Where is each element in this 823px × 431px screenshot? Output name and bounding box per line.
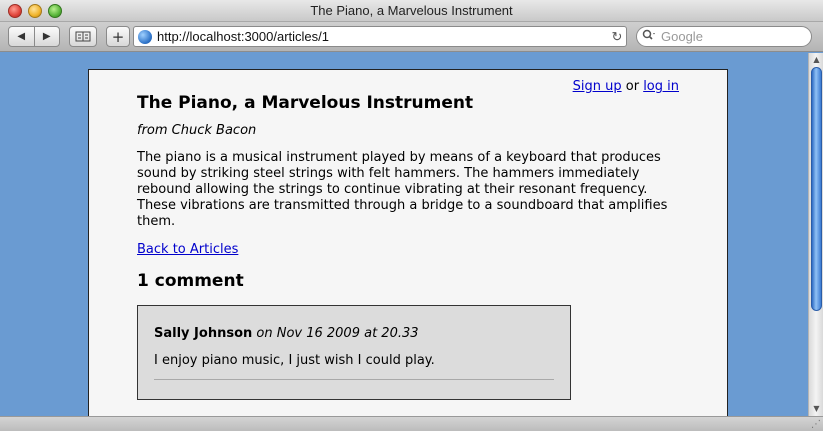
forward-button[interactable]: ▶ <box>35 31 60 42</box>
comment-date: on Nov 16 2009 at 20.33 <box>256 326 419 341</box>
search-icon <box>637 29 661 44</box>
comments-heading: 1 comment <box>137 271 244 291</box>
resize-grip-icon[interactable]: ⋰ <box>811 419 821 430</box>
address-bar[interactable]: http://localhost:3000/articles/1 ↻ <box>133 26 627 47</box>
comment-meta: Sally Johnson on Nov 16 2009 at 20.33 <box>154 326 554 341</box>
search-field[interactable]: Google <box>636 26 812 47</box>
globe-icon <box>138 29 152 44</box>
bookmarks-icon <box>75 31 91 42</box>
user-nav-separator: or <box>625 79 640 94</box>
comment-item: Sally Johnson on Nov 16 2009 at 20.33 I … <box>137 305 571 400</box>
article-title: The Piano, a Marvelous Instrument <box>137 93 474 113</box>
vertical-scrollbar[interactable]: ▲ ▼ <box>808 53 823 416</box>
comment-divider <box>154 379 554 380</box>
article-body: The piano is a musical instrument played… <box>137 150 668 229</box>
window-title: The Piano, a Marvelous Instrument <box>310 3 513 18</box>
sign-up-link[interactable]: Sign up <box>573 79 622 94</box>
comment-author: Sally Johnson <box>154 326 253 341</box>
user-nav: Sign up or log in <box>573 79 679 94</box>
reload-icon[interactable]: ↻ <box>608 29 626 45</box>
back-button[interactable]: ◀ <box>9 31 34 42</box>
scroll-thumb[interactable] <box>811 67 822 311</box>
comment-text: I enjoy piano music, I just wish I could… <box>154 353 435 368</box>
window-titlebar: The Piano, a Marvelous Instrument <box>0 0 823 22</box>
status-bar: ⋰ <box>0 416 823 431</box>
content-container: Sign up or log in The Piano, a Marvelous… <box>88 69 728 416</box>
log-in-link[interactable]: log in <box>643 79 679 94</box>
search-placeholder: Google <box>661 29 703 44</box>
bookmarks-button[interactable] <box>69 26 97 47</box>
scroll-up-arrow-icon[interactable]: ▲ <box>809 53 823 67</box>
add-bookmark-button[interactable]: + <box>106 26 130 47</box>
back-to-articles-link[interactable]: Back to Articles <box>137 242 238 257</box>
scroll-down-arrow-icon[interactable]: ▼ <box>809 402 823 416</box>
browser-toolbar: ◀ ▶ + http://localhost:3000/articles/1 ↻… <box>0 22 823 52</box>
url-text[interactable]: http://localhost:3000/articles/1 <box>157 29 608 44</box>
page-viewport: Sign up or log in The Piano, a Marvelous… <box>0 53 808 416</box>
back-forward-group: ◀ ▶ <box>8 26 60 47</box>
article-author: from Chuck Bacon <box>137 123 257 138</box>
